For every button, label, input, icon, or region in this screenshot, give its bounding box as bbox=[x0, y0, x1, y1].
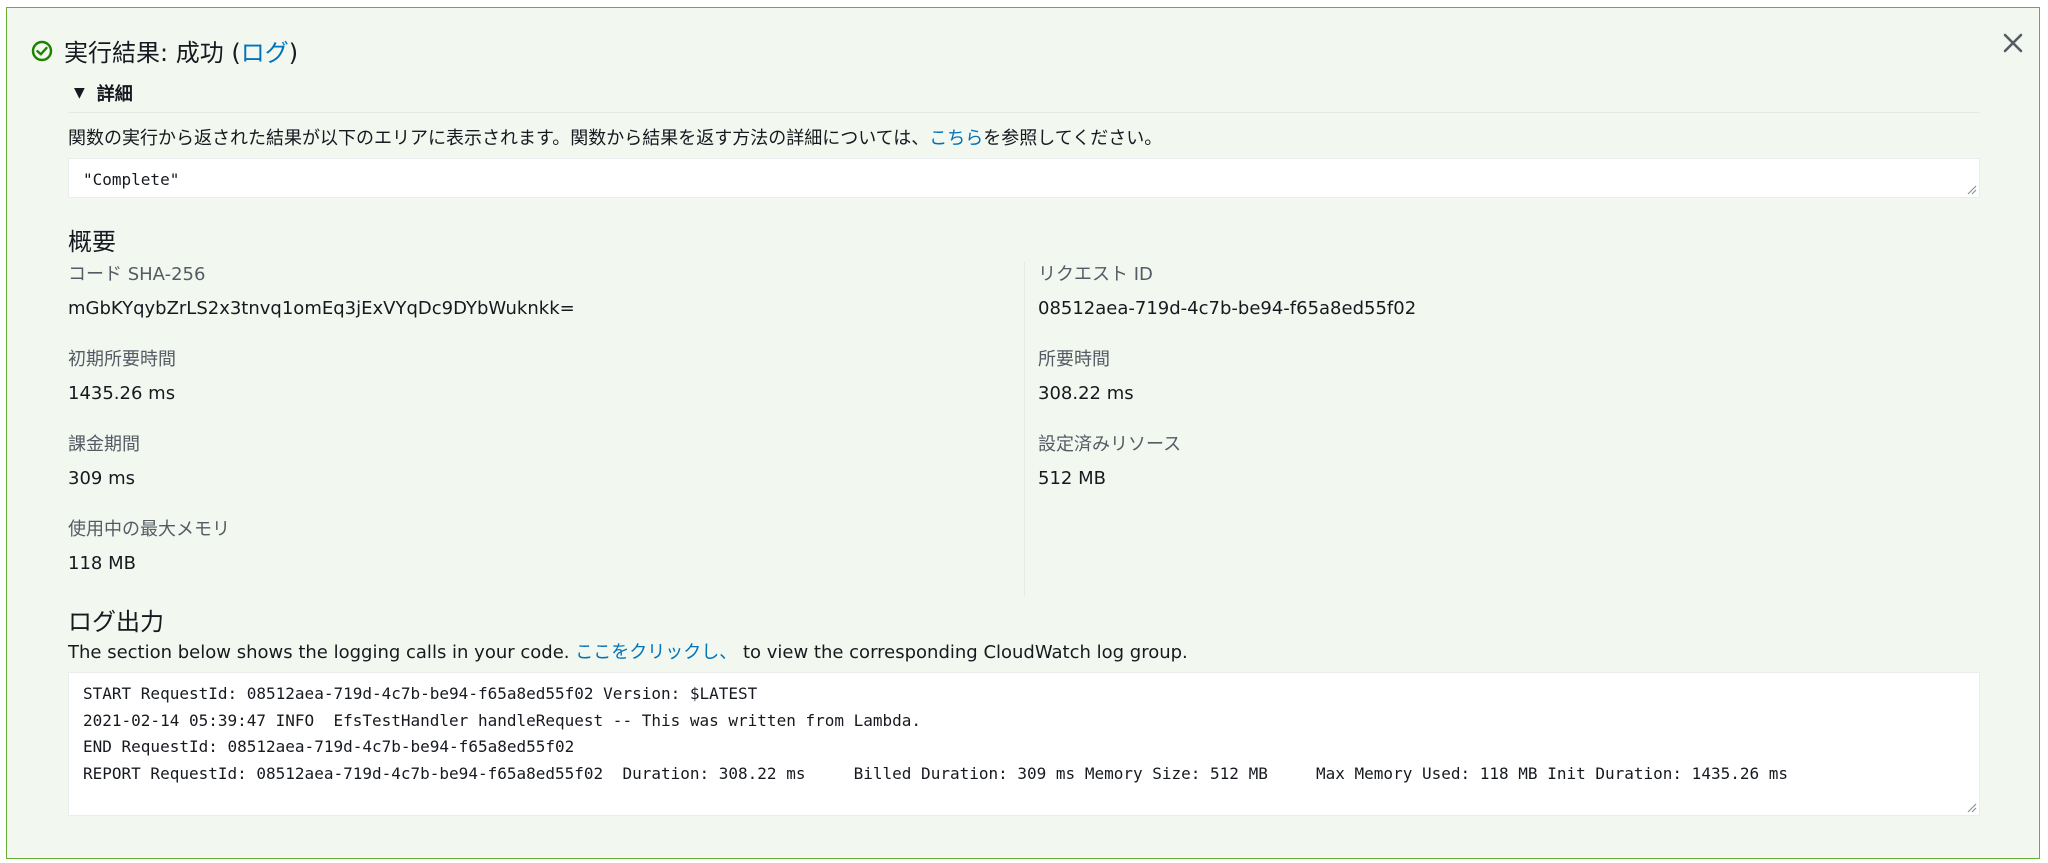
divider bbox=[68, 112, 1980, 113]
details-toggle[interactable]: ▼ 詳細 bbox=[74, 80, 133, 106]
summary-item: 所要時間 308.22 ms bbox=[1038, 347, 1938, 432]
log-output-heading: ログ出力 bbox=[68, 608, 164, 636]
column-divider bbox=[1024, 262, 1025, 596]
log-output-description: The section below shows the logging call… bbox=[68, 638, 1188, 664]
log-line: 2021-02-14 05:39:47 INFO EfsTestHandler … bbox=[83, 710, 922, 730]
summary-value: 1435.26 ms bbox=[68, 383, 176, 404]
summary-item: リクエスト ID 08512aea-719d-4c7b-be94-f65a8ed… bbox=[1038, 262, 1938, 347]
log-line: START RequestId: 08512aea-719d-4c7b-be94… bbox=[83, 684, 758, 703]
title-text: 実行結果: 成功 ( bbox=[64, 39, 241, 67]
description-text: 関数の実行から返された結果が以下のエリアに表示されます。関数から結果を返す方法の… bbox=[68, 128, 930, 149]
cloudwatch-link[interactable]: ここをクリックし、 bbox=[575, 642, 737, 663]
summary-value: 118 MB bbox=[68, 553, 136, 574]
log-output-field[interactable]: START RequestId: 08512aea-719d-4c7b-be94… bbox=[68, 672, 1980, 816]
summary-item: 設定済みリソース 512 MB bbox=[1038, 432, 1938, 517]
summary-label: 所要時間 bbox=[1038, 349, 1110, 370]
summary-left-column: コード SHA-256 mGbKYqybZrLS2x3tnvq1omEq3jEx… bbox=[68, 262, 968, 602]
summary-value: 309 ms bbox=[68, 468, 135, 489]
log-desc-suffix: to view the corresponding CloudWatch log… bbox=[737, 642, 1188, 663]
summary-label: 初期所要時間 bbox=[68, 349, 176, 370]
log-desc-text: The section below shows the logging call… bbox=[68, 642, 576, 663]
summary-heading: 概要 bbox=[68, 228, 116, 256]
summary-value: mGbKYqybZrLS2x3tnvq1omEq3jExVYqDc9DYbWuk… bbox=[68, 298, 575, 319]
log-link[interactable]: ログ bbox=[241, 39, 289, 67]
summary-item: コード SHA-256 mGbKYqybZrLS2x3tnvq1omEq3jEx… bbox=[68, 262, 968, 347]
details-link[interactable]: こちら bbox=[929, 128, 983, 149]
summary-label: 設定済みリソース bbox=[1038, 434, 1182, 455]
check-circle-icon bbox=[30, 39, 54, 63]
summary-item: 使用中の最大メモリ 118 MB bbox=[68, 517, 968, 602]
summary-item: 課金期間 309 ms bbox=[68, 432, 968, 517]
caret-down-icon: ▼ bbox=[74, 85, 85, 101]
log-line: REPORT RequestId: 08512aea-719d-4c7b-be9… bbox=[83, 763, 1789, 783]
summary-label: 使用中の最大メモリ bbox=[68, 519, 230, 540]
summary-label: リクエスト ID bbox=[1038, 264, 1153, 285]
close-icon[interactable] bbox=[2000, 30, 2026, 56]
resize-handle-icon[interactable] bbox=[1965, 183, 1977, 195]
result-value: "Complete" bbox=[83, 170, 180, 189]
summary-value: 08512aea-719d-4c7b-be94-f65a8ed55f02 bbox=[1038, 298, 1417, 319]
title-suffix: ) bbox=[288, 39, 299, 67]
summary-label: 課金期間 bbox=[68, 434, 140, 455]
summary-right-column: リクエスト ID 08512aea-719d-4c7b-be94-f65a8ed… bbox=[1038, 262, 1938, 517]
summary-item: 初期所要時間 1435.26 ms bbox=[68, 347, 968, 432]
result-title: 実行結果: 成功 (ログ) bbox=[64, 33, 298, 68]
summary-label: コード SHA-256 bbox=[68, 264, 206, 285]
summary-value: 512 MB bbox=[1038, 468, 1106, 489]
log-line: END RequestId: 08512aea-719d-4c7b-be94-f… bbox=[83, 737, 575, 756]
summary-value: 308.22 ms bbox=[1038, 383, 1134, 404]
description-suffix: を参照してください。 bbox=[983, 128, 1163, 149]
details-description: 関数の実行から返された結果が以下のエリアに表示されます。関数から結果を返す方法の… bbox=[68, 124, 1162, 150]
result-header: 実行結果: 成功 (ログ) bbox=[30, 33, 298, 68]
result-output-field[interactable]: "Complete" bbox=[68, 158, 1980, 198]
resize-handle-icon[interactable] bbox=[1965, 801, 1977, 813]
details-label: 詳細 bbox=[96, 84, 133, 105]
